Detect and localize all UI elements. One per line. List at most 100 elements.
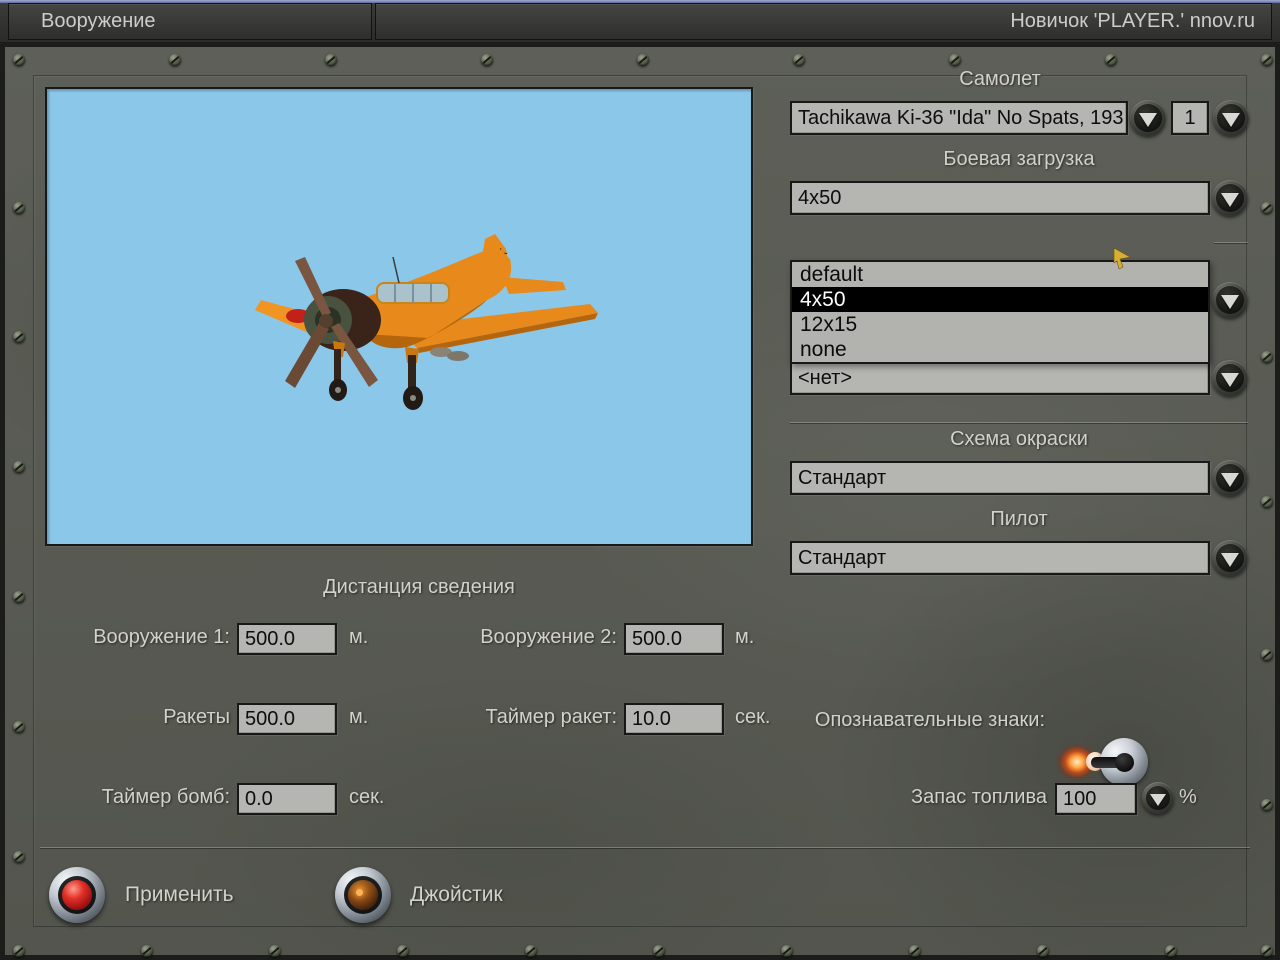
screw-icon xyxy=(325,54,337,66)
bomb-timer-unit: сек. xyxy=(349,786,385,808)
chevron-down-icon xyxy=(1216,464,1244,492)
screw-icon xyxy=(169,54,181,66)
apply-button-label: Применить xyxy=(125,883,234,906)
screw-icon xyxy=(13,202,25,214)
paint-section-label: Схема окраски xyxy=(950,428,1088,450)
loadout-section-label: Боевая загрузка xyxy=(943,148,1095,170)
paint-dropdown-button[interactable] xyxy=(1212,460,1248,496)
red-lamp-icon xyxy=(62,880,92,910)
loadout-option[interactable]: default xyxy=(792,262,1208,287)
aircraft-count-dropdown-button[interactable] xyxy=(1213,100,1249,136)
bomb-timer-input[interactable] xyxy=(237,783,337,815)
weapon1-label: Вооружение 1: xyxy=(93,626,230,648)
screw-icon xyxy=(525,945,537,957)
chevron-down-icon xyxy=(1216,364,1244,392)
screw-icon xyxy=(1261,202,1273,214)
screw-icon xyxy=(481,54,493,66)
amber-lamp-icon xyxy=(348,880,378,910)
pilot-combo[interactable]: Стандарт xyxy=(790,541,1210,575)
rockets-unit: м. xyxy=(349,706,369,728)
fuel-unit: % xyxy=(1179,786,1197,808)
section-divider xyxy=(790,422,1248,423)
loadout-open-list: default 4x50 12x15 none xyxy=(790,260,1210,364)
chevron-down-icon xyxy=(1146,786,1170,810)
rockets-input[interactable] xyxy=(237,703,337,735)
fuel-dropdown-button[interactable] xyxy=(1142,782,1174,814)
hidden-dropdown-button[interactable] xyxy=(1212,282,1248,318)
chevron-down-icon xyxy=(1216,184,1244,212)
arming-screen: Вооружение Новичок 'PLAYER.' nnov.ru Сам… xyxy=(0,0,1280,960)
screw-icon xyxy=(1261,799,1273,811)
screw-icon xyxy=(637,54,649,66)
pilot-section-label: Пилот xyxy=(990,508,1048,530)
aircraft-combo[interactable]: Tachikawa Ki-36 "Ida" No Spats, 193 xyxy=(790,101,1128,135)
screw-icon xyxy=(1037,945,1049,957)
screw-icon xyxy=(909,945,921,957)
screw-icon xyxy=(1261,649,1273,661)
joystick-button-label: Джойстик xyxy=(410,883,503,906)
joystick-button[interactable] xyxy=(335,867,391,923)
weapon2-input[interactable] xyxy=(624,623,724,655)
title-bar: Вооружение Новичок 'PLAYER.' nnov.ru xyxy=(0,0,1280,42)
screw-icon xyxy=(13,331,25,343)
player-info-text: Новичок 'PLAYER.' nnov.ru xyxy=(1010,10,1255,32)
screw-icon xyxy=(781,945,793,957)
lamp-glint-icon xyxy=(356,889,363,896)
screw-icon xyxy=(653,945,665,957)
chevron-down-icon xyxy=(1134,104,1162,132)
weapon1-unit: м. xyxy=(349,626,369,648)
markings-label: Опознавательные знаки: xyxy=(814,709,1045,731)
screw-icon xyxy=(13,721,25,733)
player-info-tab: Новичок 'PLAYER.' nnov.ru xyxy=(375,3,1272,40)
screw-icon xyxy=(13,461,25,473)
aircraft-preview: 大 xyxy=(45,87,753,546)
screw-icon xyxy=(397,945,409,957)
screw-icon xyxy=(793,54,805,66)
chevron-down-icon xyxy=(1216,286,1244,314)
regiment-dropdown-button[interactable] xyxy=(1212,360,1248,396)
chevron-down-icon xyxy=(1216,544,1244,572)
loadout-dropdown-button[interactable] xyxy=(1212,180,1248,216)
screen-title-tab: Вооружение xyxy=(8,3,372,40)
chevron-down-icon xyxy=(1217,104,1245,132)
rocket-timer-label: Таймер ракет: xyxy=(485,706,617,728)
screw-icon xyxy=(949,54,961,66)
footer-divider xyxy=(40,847,1250,848)
screw-icon xyxy=(1261,351,1273,363)
paint-combo[interactable]: Стандарт xyxy=(790,461,1210,495)
weapon2-unit: м. xyxy=(735,626,755,648)
screw-icon xyxy=(141,945,153,957)
screen-title: Вооружение xyxy=(41,10,156,32)
mouse-cursor xyxy=(1113,248,1131,270)
weapon1-input[interactable] xyxy=(237,623,337,655)
fuel-input[interactable] xyxy=(1055,783,1137,815)
loadout-option[interactable]: none xyxy=(792,337,1208,362)
apply-button[interactable] xyxy=(49,867,105,923)
aircraft-render: 大 xyxy=(255,234,598,410)
screw-icon xyxy=(1261,945,1273,957)
aircraft-section-label: Самолет xyxy=(959,68,1041,90)
section-divider xyxy=(1214,242,1248,243)
screw-icon xyxy=(1105,54,1117,66)
aircraft-dropdown-button[interactable] xyxy=(1130,100,1166,136)
loadout-combo[interactable]: 4x50 xyxy=(790,181,1210,215)
markings-toggle[interactable] xyxy=(1055,735,1150,789)
screw-icon xyxy=(13,851,25,863)
pilot-dropdown-button[interactable] xyxy=(1212,540,1248,576)
aircraft-count-field[interactable]: 1 xyxy=(1171,101,1209,135)
screw-icon xyxy=(13,54,25,66)
screw-icon xyxy=(13,945,25,957)
loadout-option[interactable]: 12x15 xyxy=(792,312,1208,337)
convergence-title: Дистанция сведения xyxy=(323,576,515,598)
weapon2-label: Вооружение 2: xyxy=(480,626,617,648)
screw-icon xyxy=(1261,54,1273,66)
toggle-cap-icon xyxy=(1115,753,1134,772)
fuel-label: Запас топлива xyxy=(911,786,1047,808)
screw-icon xyxy=(1165,945,1177,957)
loadout-option-selected[interactable]: 4x50 xyxy=(792,287,1208,312)
rockets-label: Ракеты xyxy=(163,706,230,728)
main-panel: 大 xyxy=(0,42,1280,960)
screw-icon xyxy=(1261,496,1273,508)
screw-icon xyxy=(13,591,25,603)
regiment-combo[interactable]: <нет> xyxy=(790,361,1210,395)
